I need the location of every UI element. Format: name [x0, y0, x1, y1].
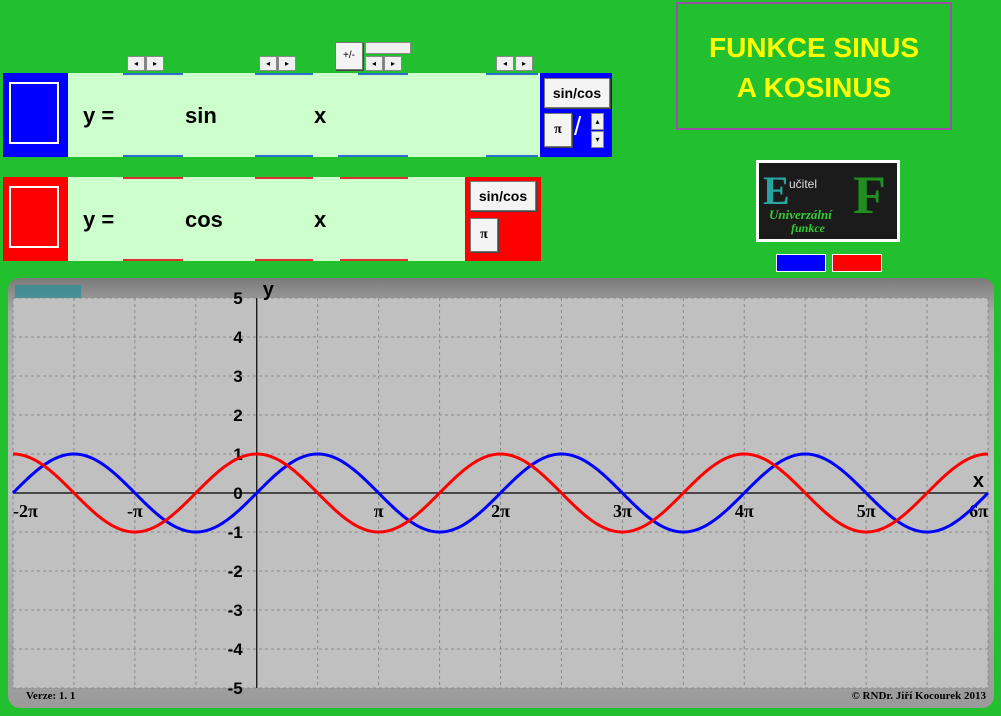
title-line-2: A KOSINUS	[736, 72, 892, 103]
y-tick-label: -3	[228, 601, 243, 620]
logo-letter-f: F	[853, 165, 886, 225]
pi-button[interactable]: π	[544, 113, 572, 147]
x-tick-label: -π	[127, 501, 143, 521]
variable-label: x	[314, 103, 327, 128]
color-swatch-blue[interactable]	[3, 73, 68, 157]
coef-c-spinner[interactable]: ◂ ▸	[365, 56, 402, 71]
title-line-1: FUNKCE SINUS	[708, 32, 919, 63]
graph-canvas: 543210-1-2-3-4-5-2π -π π 2π 3π 4π 5π 6πxy	[11, 279, 990, 698]
y-equals-label: y =	[83, 207, 115, 232]
up-arrow-icon[interactable]: ▴	[591, 113, 604, 130]
pi-button[interactable]: π	[470, 218, 498, 252]
increment-arrow-icon[interactable]: ▸	[384, 56, 402, 71]
y-tick-label: -1	[228, 523, 243, 542]
decrement-arrow-icon[interactable]: ◂	[365, 56, 383, 71]
color-swatch-red[interactable]	[3, 177, 68, 261]
divisor-spinner[interactable]: ▴ ▾	[591, 113, 604, 148]
coef-d-spinner[interactable]: ◂ ▸	[496, 56, 533, 71]
x-tick-label: 2π	[491, 501, 510, 521]
coef-a-spinner[interactable]: ◂ ▸	[127, 56, 164, 71]
y-equals-label: y =	[83, 103, 115, 128]
increment-arrow-icon[interactable]: ▸	[146, 56, 164, 71]
y-axis-label: y	[263, 279, 275, 301]
y-tick-label: 0	[233, 484, 242, 503]
function-row-cos: y = cos x sin/cos π	[3, 177, 541, 261]
x-tick-label: 4π	[735, 501, 754, 521]
function-name: sin	[185, 103, 217, 128]
app-logo: E učitel F Univerzální funkce	[756, 160, 900, 242]
x-tick-label: -2π	[13, 501, 38, 521]
version-label: Verze: 1. 1	[26, 690, 76, 702]
formula-area: y = cos x	[68, 177, 465, 261]
sin-cos-toggle-button[interactable]: sin/cos	[470, 181, 536, 211]
decrement-arrow-icon[interactable]: ◂	[259, 56, 277, 71]
function-row-sin: y = sin x sin/cos π / ▴ ▾	[3, 73, 612, 157]
controls-panel: sin/cos π / ▴ ▾	[540, 73, 612, 157]
x-axis-label: x	[973, 470, 984, 492]
sign-indicator	[365, 42, 411, 54]
increment-arrow-icon[interactable]: ▸	[278, 56, 296, 71]
decrement-arrow-icon[interactable]: ◂	[127, 56, 145, 71]
coef-b-spinner[interactable]: ◂ ▸	[259, 56, 296, 71]
y-tick-label: -2	[228, 562, 243, 581]
logo-brand-text: učitel	[789, 177, 818, 191]
y-tick-label: -5	[228, 679, 243, 698]
legend-swatch-red[interactable]	[832, 254, 882, 272]
y-tick-label: -4	[228, 640, 244, 659]
logo-subtitle-2: funkce	[791, 221, 825, 235]
y-tick-label: 5	[233, 289, 242, 308]
controls-panel: sin/cos π	[465, 177, 541, 261]
function-name: cos	[185, 207, 223, 232]
x-tick-label: π	[374, 501, 384, 521]
formula-area: y = sin x	[68, 73, 540, 157]
y-tick-label: 4	[233, 328, 243, 347]
copyright-label: © RNDr. Jiří Kocourek 2013	[851, 690, 986, 702]
legend-swatch-blue[interactable]	[776, 254, 826, 272]
sin-cos-toggle-button[interactable]: sin/cos	[544, 78, 610, 108]
increment-arrow-icon[interactable]: ▸	[515, 56, 533, 71]
title-box: FUNKCE SINUS A KOSINUS	[676, 2, 952, 130]
decrement-arrow-icon[interactable]: ◂	[496, 56, 514, 71]
x-tick-label: 3π	[613, 501, 632, 521]
y-tick-label: 2	[233, 406, 242, 425]
x-tick-label: 5π	[857, 501, 876, 521]
down-arrow-icon[interactable]: ▾	[591, 131, 604, 148]
graph-panel: 5 4 3 2 1 0 -1 -2 -3 -4 -5 -2π -π π 2π 3π 4π 5π 6π x y Verze…	[8, 278, 994, 708]
plus-minus-button[interactable]: +/-	[335, 42, 363, 70]
y-tick-label: 3	[233, 367, 242, 386]
divide-slash: /	[574, 111, 582, 141]
variable-label: x	[314, 207, 327, 232]
